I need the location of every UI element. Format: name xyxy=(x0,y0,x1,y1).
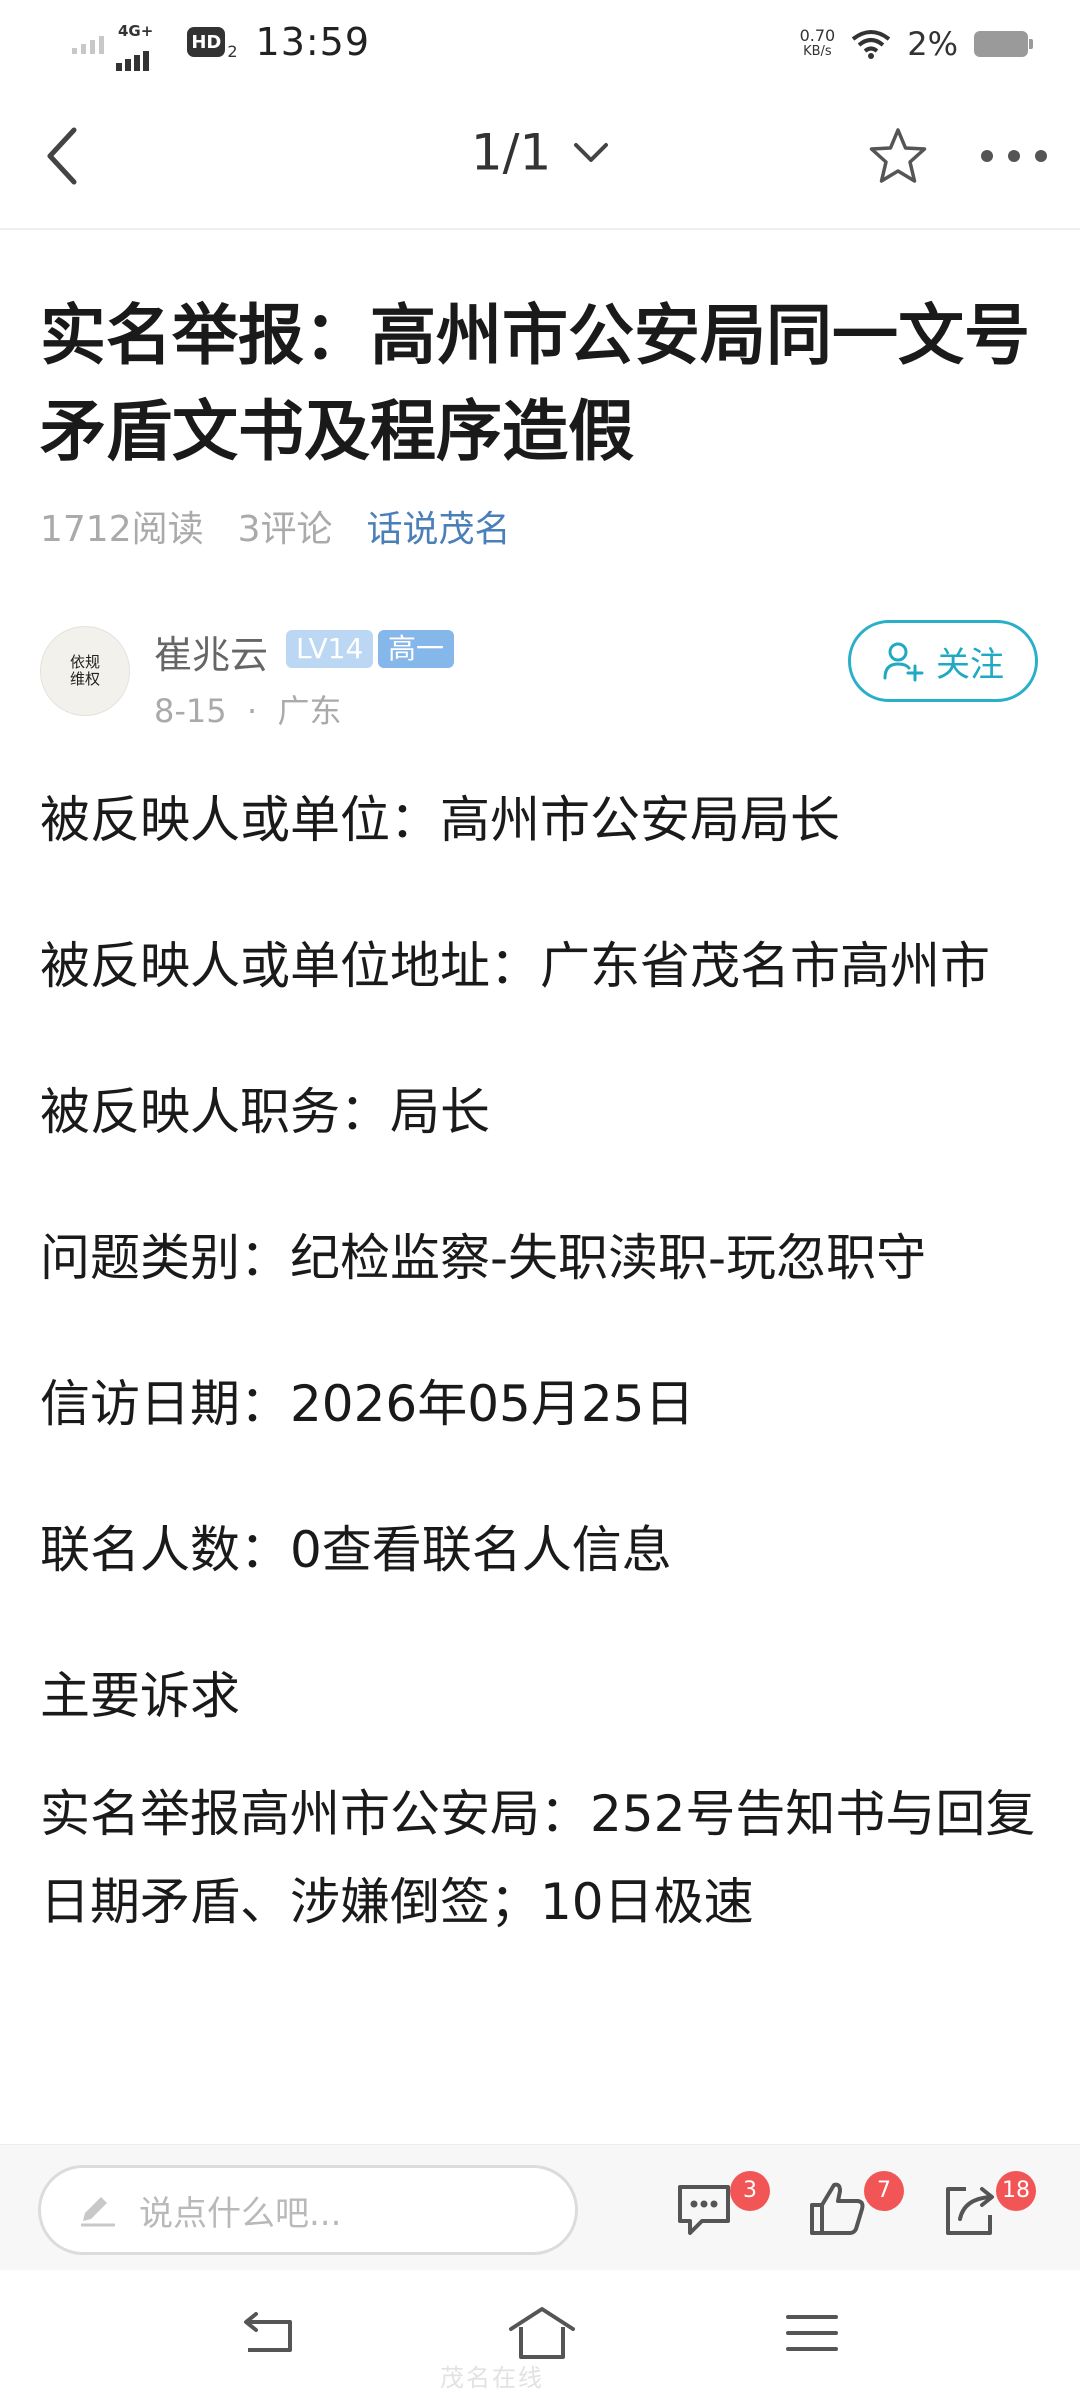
battery-icon xyxy=(974,31,1033,57)
signal-bars-dim-icon xyxy=(72,36,104,54)
top-navigation-bar: 1/1 xyxy=(0,84,1080,230)
shares-count-badge: 18 xyxy=(996,2171,1036,2211)
content-section-heading: 主要诉求 xyxy=(40,1667,240,1725)
chevron-down-icon xyxy=(574,142,609,162)
network-speed: 0.70 KB/s xyxy=(800,28,836,60)
follow-button-label: 关注 xyxy=(936,644,1004,685)
like-button[interactable]: 7 xyxy=(806,2171,904,2247)
comment-input[interactable]: 说点什么吧... xyxy=(38,2165,578,2255)
hd-voice-icon: HD xyxy=(187,27,226,57)
more-dots-icon xyxy=(981,150,1047,162)
forum-link[interactable]: 话说茂名 xyxy=(367,500,511,552)
author-name[interactable]: 崔兆云 xyxy=(154,624,268,679)
battery-percent: 2% xyxy=(907,25,958,63)
share-icon xyxy=(946,2187,994,2235)
system-back-button[interactable] xyxy=(228,2298,308,2368)
system-menu-button[interactable] xyxy=(772,2298,852,2368)
comment-count: 3评论 xyxy=(237,509,333,550)
favorite-button[interactable] xyxy=(862,120,934,192)
comment-bar: 说点什么吧... 3 7 18 xyxy=(0,2144,1080,2271)
article-content: 被反映人或单位：高州市公安局局长 被反映人或单位地址：广东省茂名市高州市 被反映… xyxy=(40,776,1050,2004)
content-paragraph: 信访日期：2026年05月25日 xyxy=(40,1375,695,1433)
content-paragraph: 联名人数：0查看联名人信息 xyxy=(40,1521,672,1579)
post-date-location: 8-15 · 广东 xyxy=(154,692,342,730)
status-time: 13:59 xyxy=(255,20,371,64)
share-button[interactable]: 18 xyxy=(938,2171,1036,2247)
avatar[interactable]: 依规维权 xyxy=(40,626,130,716)
content-paragraph: 被反映人或单位地址：广东省茂名市高州市 xyxy=(40,937,990,995)
home-icon xyxy=(509,2307,575,2359)
pencil-icon xyxy=(81,2197,115,2227)
status-right: 0.70 KB/s 2% xyxy=(800,16,1033,72)
level-badge: LV14 xyxy=(286,630,374,668)
more-options-button[interactable] xyxy=(972,120,1056,192)
content-paragraph: 被反映人或单位：高州市公安局局长 xyxy=(40,791,840,849)
status-bar: 4G+ HD 2 13:59 0.70 KB/s 2% xyxy=(0,0,1080,84)
comment-bubble-icon xyxy=(678,2185,730,2235)
content-paragraph: 实名举报高州市公安局：252号告知书与回复日期矛盾、涉嫌倒签；10日极速 xyxy=(40,1785,1036,1931)
content-paragraph: 问题类别：纪检监察-失职渎职-玩忽职守 xyxy=(40,1229,927,1287)
comment-placeholder: 说点什么吧... xyxy=(139,2193,342,2234)
read-count: 1712阅读 xyxy=(40,509,204,550)
hd-sub-label: 2 xyxy=(227,41,238,61)
comments-button[interactable]: 3 xyxy=(672,2171,770,2247)
article-title: 实名举报：高州市公安局同一文号矛盾文书及程序造假 xyxy=(40,297,1030,470)
menu-lines-icon xyxy=(786,2315,838,2351)
back-arrow-icon xyxy=(244,2312,292,2352)
network-type-label: 4G+ xyxy=(118,21,154,40)
likes-count-badge: 7 xyxy=(864,2171,904,2211)
network-speed-unit: KB/s xyxy=(803,44,832,59)
content-paragraph: 被反映人职务：局长 xyxy=(40,1083,490,1141)
follow-button[interactable]: 关注 xyxy=(848,620,1038,702)
avatar-text: 依规维权 xyxy=(69,653,100,688)
page-indicator-label: 1/1 xyxy=(470,123,552,182)
network-speed-value: 0.70 xyxy=(799,26,836,45)
star-icon xyxy=(869,128,927,183)
status-left: 4G+ HD 2 13:59 xyxy=(72,14,371,71)
thumbs-up-icon xyxy=(810,2182,865,2235)
signal-bars-icon xyxy=(116,50,149,71)
comments-count-badge: 3 xyxy=(730,2171,770,2211)
wifi-icon xyxy=(852,30,891,59)
article-meta: 1712阅读 3评论 话说茂名 xyxy=(40,500,511,552)
system-navigation-bar: 茂名在线 xyxy=(0,2270,1080,2400)
add-user-icon xyxy=(883,642,924,682)
author-row: 依规维权 崔兆云 LV14 高一 8-15 · 广东 关注 xyxy=(40,620,1040,730)
grade-badge: 高一 xyxy=(378,630,455,668)
watermark: 茂名在线 xyxy=(440,2364,544,2392)
